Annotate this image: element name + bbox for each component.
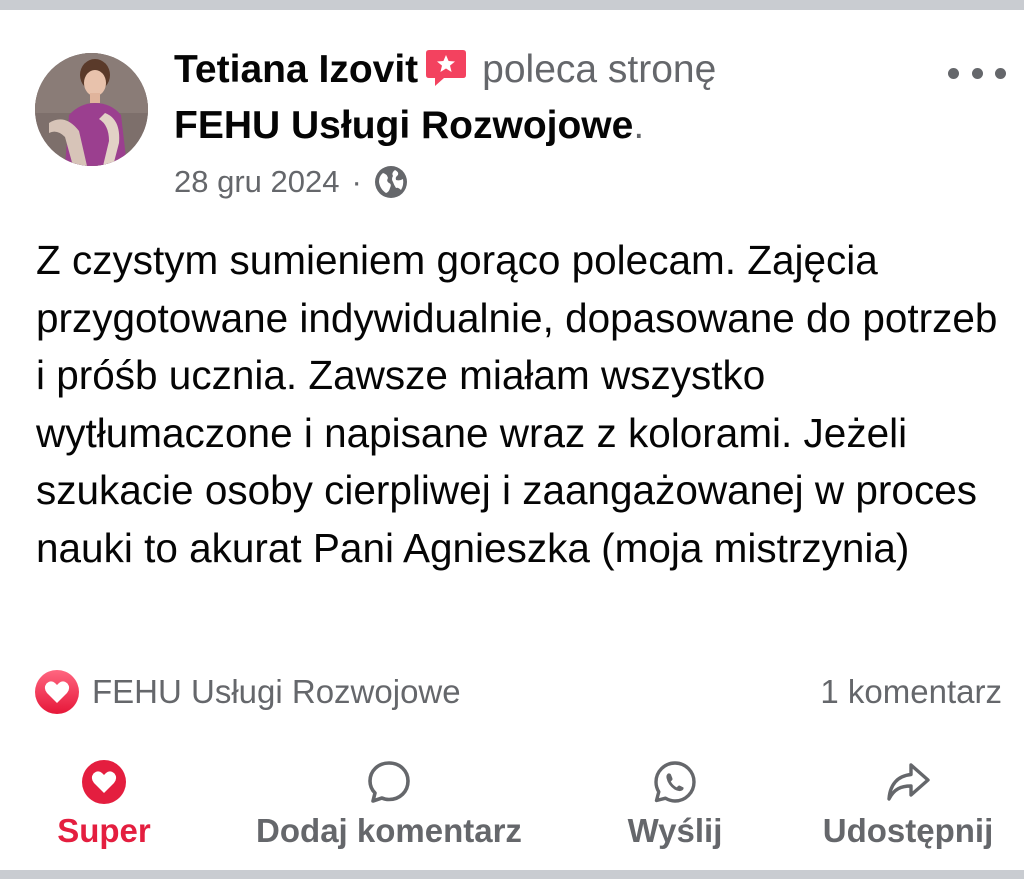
author-avatar[interactable]	[35, 53, 148, 166]
more-dot-icon	[971, 67, 983, 79]
page-name-period: .	[633, 104, 645, 147]
meta-separator: ·	[351, 164, 362, 199]
love-icon	[82, 760, 126, 804]
add-comment-label: Dodaj komentarz	[256, 812, 522, 849]
share-label: Udostępnij	[822, 812, 994, 849]
recommend-star-icon	[424, 48, 468, 88]
author-name[interactable]: Tetiana Izovit	[174, 48, 418, 91]
comment-icon	[368, 761, 410, 803]
share-icon	[887, 763, 930, 801]
top-divider	[0, 0, 1024, 10]
recommended-page-line: FEHU Usługi Rozwojowe.	[174, 100, 644, 152]
post-date[interactable]: 28 gru 2024	[174, 160, 339, 204]
recommended-page-link[interactable]: FEHU Usługi Rozwojowe	[174, 104, 633, 147]
share-button[interactable]: Udostępnij	[808, 748, 1008, 858]
more-dot-icon	[995, 67, 1006, 79]
send-whatsapp-button[interactable]: Wyślij	[605, 748, 745, 858]
add-comment-button[interactable]: Dodaj komentarz	[236, 748, 542, 858]
post-meta: 28 gru 2024 ·	[174, 160, 408, 204]
recommends-text: poleca stronę	[482, 48, 717, 91]
comment-count[interactable]: 1 komentarz	[820, 673, 1002, 711]
bottom-divider	[0, 870, 1024, 879]
reaction-summary: FEHU Usługi Rozwojowe 1 komentarz	[34, 666, 1002, 718]
reactor-name: FEHU Usługi Rozwojowe	[92, 673, 461, 710]
super-label: Super	[57, 812, 151, 849]
globe-icon[interactable]	[374, 165, 408, 199]
reactions-link[interactable]: FEHU Usługi Rozwojowe	[34, 669, 461, 715]
avatar-photo	[35, 53, 148, 166]
post-body-text: Z czystym sumieniem gorąco polecam. Zaję…	[36, 237, 998, 571]
super-reaction-button[interactable]: Super	[36, 748, 172, 858]
whatsapp-icon	[654, 761, 696, 803]
post-header: Tetiana Izovit poleca stronę	[174, 44, 716, 96]
love-reaction-icon	[35, 670, 79, 714]
send-label: Wyślij	[627, 812, 723, 849]
more-dot-icon	[948, 67, 959, 79]
post-action-bar: Super Dodaj komentarz Wyślij Udostępnij	[0, 748, 1024, 858]
more-options-button[interactable]	[942, 56, 1012, 90]
